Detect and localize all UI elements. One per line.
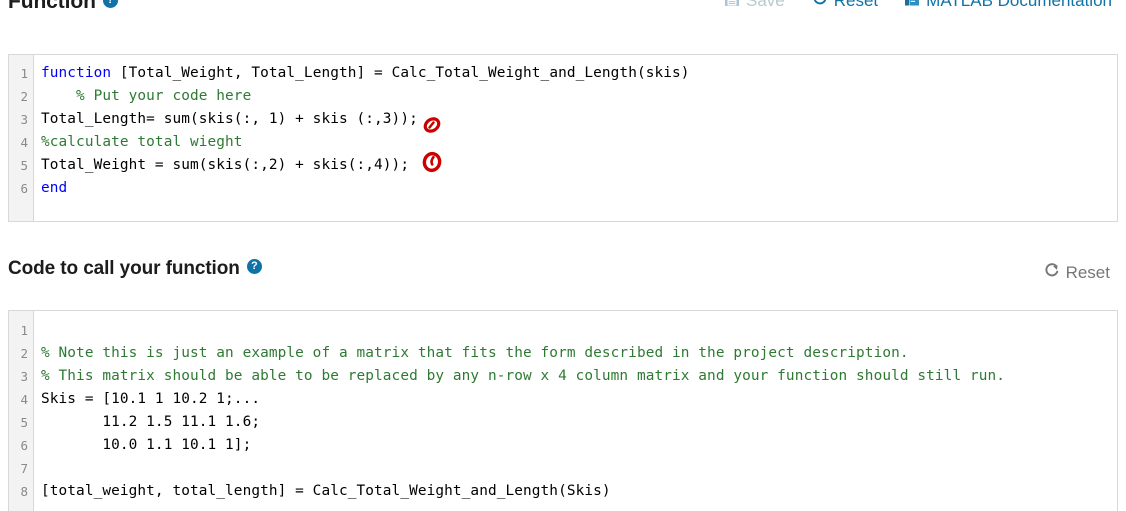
call-reset-button[interactable]: Reset (1043, 262, 1110, 282)
call-code-editor[interactable]: 1 2 % Note this is just an example of a ma… (8, 310, 1118, 511)
code-text[interactable]: Total_Weight = sum(skis(:,2) + skis(:,4)… (34, 154, 1117, 177)
code-line: 2 % Note this is just an example of a mat… (9, 342, 1117, 365)
code-line: 4 %calculate total wieght (9, 131, 1117, 154)
code-text[interactable]: % This matrix should be able to be repla… (34, 365, 1117, 388)
line-number: 6 (9, 177, 34, 200)
line-number: 4 (9, 131, 34, 154)
code-text[interactable]: Total_Length= sum(skis(:, 1) + skis (:,3… (34, 108, 1117, 131)
code-token: 10.0 1.1 10.1 1]; (41, 437, 252, 453)
call-section-title-text: Code to call your function (8, 258, 240, 279)
call-editor-lines: 1 2 % Note this is just an example of a ma… (9, 311, 1117, 503)
call-reset-label: Reset (1065, 262, 1110, 282)
code-text[interactable]: % Put your code here (34, 85, 1117, 108)
save-button[interactable]: Save (724, 0, 785, 10)
code-token: %calculate total wieght (41, 134, 243, 150)
code-text[interactable] (34, 457, 1117, 480)
book-icon (904, 0, 920, 10)
page-title-text: Function (8, 0, 96, 13)
code-line: 3 Total_Length= sum(skis(:, 1) + skis (:,… (9, 108, 1117, 131)
code-token: % Note this is just an example of a matr… (41, 345, 909, 361)
line-number: 1 (9, 62, 34, 85)
function-reset-label: Reset (833, 0, 879, 10)
code-line: 1 function [Total_Weight, Total_Length] =… (9, 62, 1117, 85)
line-number: 4 (9, 388, 34, 411)
line-number: 5 (9, 154, 34, 177)
line-number: 8 (9, 480, 34, 503)
code-line: 6 10.0 1.1 10.1 1]; (9, 434, 1117, 457)
help-circle-icon[interactable]: ? (246, 259, 262, 275)
code-token: function (41, 65, 112, 81)
function-reset-button[interactable]: Reset (811, 0, 878, 10)
code-line: 6 end (9, 177, 1117, 200)
line-number: 2 (9, 85, 34, 108)
code-line: 2 % Put your code here (9, 85, 1117, 108)
code-text[interactable]: end (34, 177, 1117, 200)
refresh-icon (1043, 262, 1060, 282)
matlab-documentation-link[interactable]: MATLAB Documentation (904, 0, 1112, 10)
code-token: Total_Weight = sum(skis(:,2) + skis(:,4)… (41, 157, 410, 173)
line-number: 5 (9, 411, 34, 434)
code-token: % This matrix should be able to be repla… (41, 368, 1006, 384)
code-text[interactable]: function [Total_Weight, Total_Length] = … (34, 62, 1117, 85)
line-number: 2 (9, 342, 34, 365)
code-text[interactable]: % Note this is just an example of a matr… (34, 342, 1117, 365)
code-text[interactable]: Skis = [10.1 1 10.2 1;... (34, 388, 1117, 411)
line-number: 7 (9, 457, 34, 480)
code-token: [total_weight, total_length] = Calc_Tota… (41, 483, 611, 499)
code-text[interactable]: %calculate total wieght (34, 131, 1117, 154)
code-text[interactable]: 11.2 1.5 11.1 1.6; (34, 411, 1117, 434)
line-number: 3 (9, 365, 34, 388)
help-circle-icon[interactable]: ? (102, 0, 118, 8)
floppy-disk-icon (724, 0, 740, 10)
save-button-label: Save (746, 0, 785, 10)
code-token: Skis = [10.1 1 10.2 1;... (41, 391, 261, 407)
code-line: 3 % This matrix should be able to be repl… (9, 365, 1117, 388)
call-toolbar: Reset (1043, 262, 1110, 282)
code-token: end (41, 180, 68, 196)
code-line: 5 11.2 1.5 11.1 1.6; (9, 411, 1117, 434)
line-number: 3 (9, 108, 34, 131)
code-line: 8 [total_weight, total_length] = Calc_Tot… (9, 480, 1117, 503)
code-token: Total_Length= sum(skis(:, 1) + skis (:,3… (41, 111, 418, 127)
code-line: 5 Total_Weight = sum(skis(:,2) + skis(:,4… (9, 154, 1117, 177)
function-toolbar: Save Reset MATLAB Documentation (724, 0, 1112, 10)
code-text[interactable]: [total_weight, total_length] = Calc_Tota… (34, 480, 1117, 503)
code-token: % Put your code here (41, 88, 252, 104)
code-token: [Total_Weight, Total_Length] = Calc_Tota… (111, 65, 690, 81)
function-code-editor[interactable]: 1 function [Total_Weight, Total_Length] =… (8, 54, 1118, 222)
function-editor-lines: 1 function [Total_Weight, Total_Length] =… (9, 55, 1117, 200)
code-line: 4 Skis = [10.1 1 10.2 1;... (9, 388, 1117, 411)
function-section-title: Function? (8, 0, 118, 14)
code-token: 11.2 1.5 11.1 1.6; (41, 414, 261, 430)
code-line: 7 (9, 457, 1117, 480)
call-section-header: Code to call your function? Reset (8, 258, 1118, 288)
code-text[interactable] (34, 319, 1117, 342)
line-number: 1 (9, 319, 34, 342)
refresh-icon (811, 0, 828, 10)
matlab-grader-page: Function? Save Reset MATLAB Documentatio… (0, 0, 1126, 511)
line-number: 6 (9, 434, 34, 457)
matlab-documentation-label: MATLAB Documentation (926, 0, 1112, 10)
call-section-title: Code to call your function? (8, 258, 262, 280)
function-section-header: Function? Save Reset MATLAB Documentatio… (8, 0, 1118, 20)
code-line: 1 (9, 319, 1117, 342)
code-text[interactable]: 10.0 1.1 10.1 1]; (34, 434, 1117, 457)
